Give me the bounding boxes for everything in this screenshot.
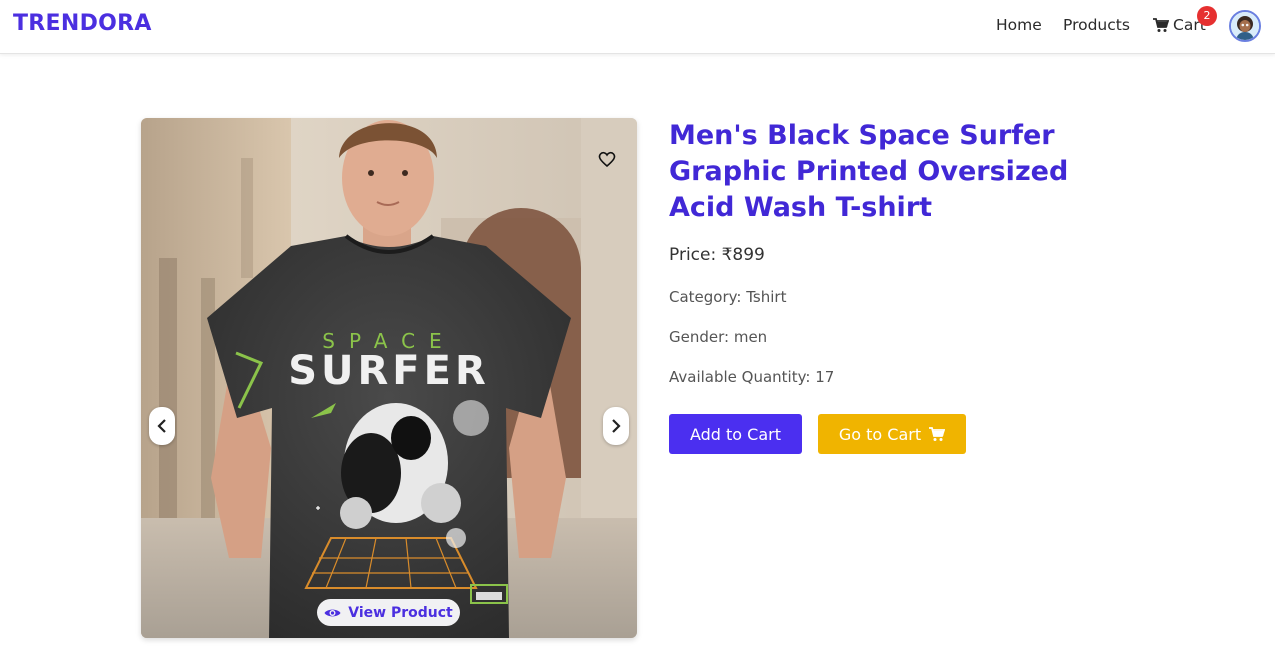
nav-home-link[interactable]: Home xyxy=(996,16,1042,34)
brand-logo[interactable]: TRENDORA xyxy=(13,11,152,36)
carousel-next-button[interactable] xyxy=(603,407,629,445)
product-price: Price: ₹899 xyxy=(669,245,765,265)
chevron-left-icon xyxy=(157,419,166,433)
product-title: Men's Black Space Surfer Graphic Printed… xyxy=(669,120,1069,223)
go-to-cart-button[interactable]: Go to Cart xyxy=(818,414,966,454)
product-image-card: SPACE SURFER View Product xyxy=(141,118,637,638)
chevron-right-icon xyxy=(612,419,621,433)
cart-icon xyxy=(929,426,946,441)
view-product-label: View Product xyxy=(348,604,453,621)
view-product-button[interactable]: View Product xyxy=(317,599,460,626)
cart-icon xyxy=(1153,17,1169,32)
eye-icon xyxy=(324,609,341,616)
add-to-cart-label: Add to Cart xyxy=(689,424,782,444)
product-category: Category: Tshirt xyxy=(669,288,787,306)
product-gender: Gender: men xyxy=(669,328,768,346)
product-quantity: Available Quantity: 17 xyxy=(669,368,835,386)
nav-products-link[interactable]: Products xyxy=(1063,16,1130,34)
user-avatar[interactable] xyxy=(1229,10,1261,42)
product-photo: SPACE SURFER xyxy=(141,118,637,638)
avatar-icon xyxy=(1231,12,1259,40)
add-to-cart-button[interactable]: Add to Cart xyxy=(669,414,802,454)
carousel-prev-button[interactable] xyxy=(149,407,175,445)
print-surfer-text: SURFER xyxy=(288,348,490,394)
cart-count-badge: 2 xyxy=(1197,6,1217,26)
top-navbar: TRENDORA Home Products Cart 2 xyxy=(0,0,1275,54)
go-to-cart-label: Go to Cart xyxy=(838,424,922,444)
heart-icon[interactable] xyxy=(596,148,618,170)
